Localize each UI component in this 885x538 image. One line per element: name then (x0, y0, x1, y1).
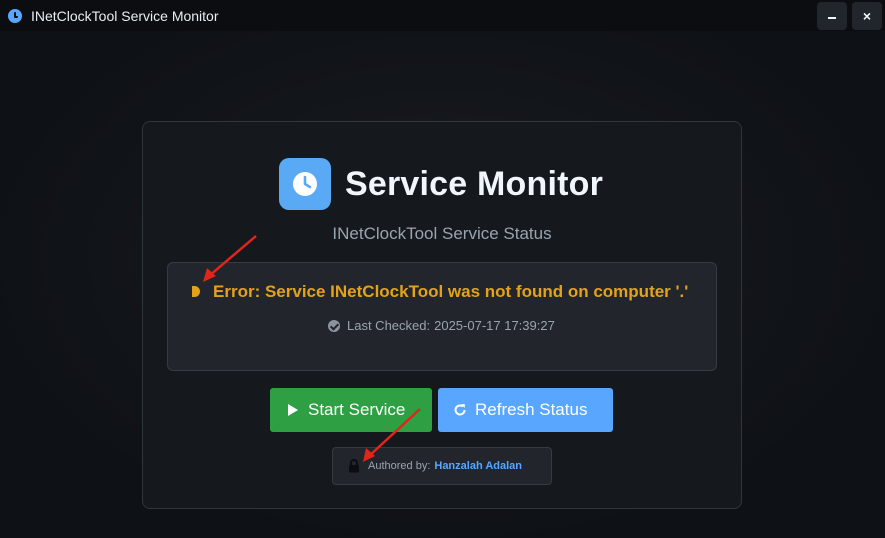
refresh-status-button[interactable]: Refresh Status (438, 388, 613, 432)
status-message: Error: Service INetClockTool was not fou… (213, 282, 689, 301)
minimize-button[interactable] (817, 2, 847, 30)
last-checked-value: 2025-07-17 17:39:27 (434, 318, 555, 333)
status-indicator-icon (192, 286, 200, 297)
clock-icon (279, 158, 331, 210)
page-title: Service Monitor (345, 164, 604, 203)
start-service-label: Start Service (308, 400, 406, 419)
check-circle-icon (328, 319, 340, 332)
status-panel: Error: Service INetClockTool was not fou… (167, 262, 717, 371)
play-icon (288, 404, 298, 416)
window-title: INetClockTool Service Monitor (31, 7, 219, 24)
last-checked: Last Checked: 2025-07-17 17:39:27 (328, 318, 555, 333)
last-checked-label: Last Checked: (347, 318, 431, 333)
start-service-button[interactable]: Start Service (270, 388, 432, 432)
main-area: Service Monitor INetClockTool Service St… (0, 31, 885, 538)
refresh-icon (453, 403, 467, 417)
author-name: Hanzalah Adalan (434, 460, 522, 472)
clock-app-icon (8, 8, 22, 23)
monitor-card: Service Monitor INetClockTool Service St… (142, 121, 742, 509)
title-bar: INetClockTool Service Monitor × (0, 0, 885, 31)
minimize-icon (828, 17, 836, 19)
authored-by-label: Authored by: (368, 460, 431, 472)
close-button[interactable]: × (852, 2, 882, 30)
header: Service Monitor (279, 158, 603, 210)
page-subtitle: INetClockTool Service Status (332, 224, 552, 243)
author-credit: Authored by: Hanzalah Adalan (332, 447, 552, 485)
lock-icon (348, 459, 360, 473)
refresh-status-label: Refresh Status (475, 400, 588, 419)
